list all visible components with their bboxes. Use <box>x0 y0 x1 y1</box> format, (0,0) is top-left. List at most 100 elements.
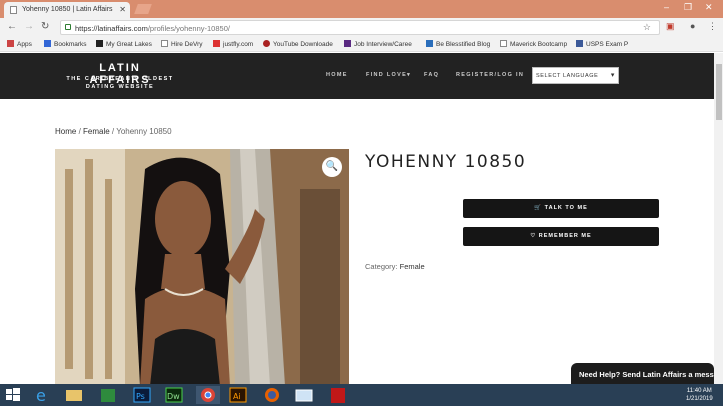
file-explorer-svg <box>66 390 82 401</box>
site-logo-tagline: THE CARIBBEAN'S OLDEST DATING WEBSITE <box>66 76 174 90</box>
site-header: LATIN AFFAIRS THE CARIBBEAN'S OLDEST DAT… <box>0 53 714 99</box>
bookmark-item[interactable]: Be Blesstified Blog <box>426 40 490 48</box>
bookmark-label: My Great Lakes <box>106 41 152 48</box>
category-link[interactable]: Female <box>400 262 425 271</box>
close-window-icon[interactable]: ✕ <box>705 2 713 13</box>
remember-me-button[interactable]: ♡ REMEMBER ME <box>463 227 659 246</box>
bookmark-label: YouTube Downloade <box>273 41 333 48</box>
language-select[interactable]: SELECT LANGUAGE ▾ <box>532 67 619 84</box>
forward-icon[interactable]: → <box>24 21 34 32</box>
star-icon <box>44 40 51 47</box>
cart-icon: 🛒 <box>534 205 545 211</box>
bookmark-item[interactable]: Job Interview/Caree <box>344 40 412 48</box>
file-explorer-icon[interactable] <box>64 386 88 404</box>
minimize-icon[interactable]: – <box>664 2 669 12</box>
bookmark-label: Be Blesstified Blog <box>436 41 491 48</box>
extension-icon[interactable]: ▣ <box>666 21 675 32</box>
bookmark-label: Hire DeVry <box>171 41 203 48</box>
breadcrumb-category[interactable]: Female <box>83 127 110 136</box>
svg-text:Ai: Ai <box>233 392 241 401</box>
system-clock[interactable]: 11:40 AM 1/21/2019 <box>686 387 713 403</box>
windows-start-icon[interactable] <box>4 386 28 404</box>
site-icon <box>263 40 270 47</box>
chevron-down-icon: ▾ <box>610 72 615 79</box>
tab-close-icon[interactable]: ✕ <box>119 5 126 14</box>
bookmark-item[interactable]: justfly.com <box>213 40 253 48</box>
photoshop-svg: Ps <box>133 387 151 403</box>
nav-home[interactable]: HOME <box>326 72 348 78</box>
bookmark-item[interactable]: My Great Lakes <box>96 40 152 48</box>
bookmark-label: USPS Exam P <box>586 41 629 48</box>
photoshop-icon[interactable]: Ps <box>132 386 156 404</box>
browser-toolbar: ← → ↻ https://latinaffairs.com/profiles/… <box>0 18 723 37</box>
clock-time: 11:40 AM <box>686 388 712 394</box>
bookmark-label: Maverick Bootcamp <box>510 41 568 48</box>
firefox-svg <box>265 388 279 402</box>
zoom-search-icon[interactable]: 🔍 <box>322 157 342 177</box>
menu-dots-icon[interactable]: ⋮ <box>708 21 717 32</box>
illustrator-svg: Ai <box>229 387 247 403</box>
breadcrumb-separator: / <box>76 127 84 136</box>
nav-find-love[interactable]: FIND LOVE▾ <box>366 72 411 78</box>
nav-faq[interactable]: FAQ <box>424 72 439 78</box>
firefox-icon[interactable] <box>262 386 286 404</box>
site-icon <box>426 40 433 47</box>
bookmark-item[interactable]: YouTube Downloade <box>263 40 333 48</box>
clock-date: 1/21/2019 <box>686 396 713 402</box>
nav-register-login[interactable]: REGISTER/LOG IN <box>456 72 524 78</box>
windows-taskbar: e Ps Dw Ai 11:40 AM 1/21/2019 <box>0 384 723 406</box>
category-label: Category: <box>365 262 398 271</box>
breadcrumb-current: Yohenny 10850 <box>116 127 172 136</box>
talk-to-me-label: TALK TO ME <box>544 205 588 211</box>
talk-to-me-button[interactable]: 🛒 TALK TO ME <box>463 199 659 218</box>
dreamweaver-icon[interactable]: Dw <box>164 386 188 404</box>
new-tab-button[interactable] <box>134 4 152 14</box>
bookmarks-bar: Apps Bookmarks My Great Lakes Hire DeVry… <box>0 37 723 52</box>
site-icon <box>344 40 351 47</box>
category-meta: Category: Female <box>365 262 425 271</box>
site-icon <box>96 40 103 47</box>
site-icon <box>576 40 583 47</box>
dreamweaver-svg: Dw <box>165 387 183 403</box>
bookmark-label: justfly.com <box>223 41 254 48</box>
breadcrumb: Home / Female / Yohenny 10850 <box>55 127 172 136</box>
remember-me-label: REMEMBER ME <box>538 233 592 239</box>
tab-title: Yohenny 10850 | Latin Affairs <box>22 6 113 13</box>
photos-icon[interactable] <box>294 386 318 404</box>
breadcrumb-home[interactable]: Home <box>55 127 76 136</box>
browser-title-bar: Yohenny 10850 | Latin Affairs ✕ – ❐ ✕ <box>0 0 723 18</box>
chat-widget[interactable]: Need Help? Send Latin Affairs a messa <box>571 363 714 385</box>
bookmark-item[interactable]: Hire DeVry <box>161 40 203 48</box>
page-favicon-icon <box>10 6 17 14</box>
dropdown-caret-icon: ▾ <box>407 72 412 78</box>
reload-icon[interactable]: ↻ <box>41 21 49 32</box>
store-svg <box>101 389 115 402</box>
bookmark-item[interactable]: Apps <box>7 40 32 48</box>
browser-tab[interactable]: Yohenny 10850 | Latin Affairs ✕ <box>4 2 130 18</box>
heart-icon: ♡ <box>530 233 539 239</box>
bookmark-item[interactable]: USPS Exam P <box>576 40 628 48</box>
profile-photo-image <box>55 149 349 386</box>
url-path: /profiles/yohenny-10850/ <box>147 24 230 33</box>
scrollbar-thumb[interactable] <box>716 64 722 120</box>
profile-photo[interactable] <box>55 149 349 386</box>
illustrator-icon[interactable]: Ai <box>228 386 252 404</box>
profile-icon[interactable]: ● <box>690 21 695 31</box>
bookmark-label: Bookmarks <box>54 41 87 48</box>
mcafee-icon[interactable] <box>328 386 352 404</box>
back-icon[interactable]: ← <box>7 21 17 32</box>
apps-grid-icon <box>7 40 14 47</box>
maximize-icon[interactable]: ❐ <box>684 2 692 13</box>
store-icon[interactable] <box>98 386 122 404</box>
photos-svg <box>295 389 313 402</box>
address-bar[interactable]: https://latinaffairs.com/profiles/yohenn… <box>60 20 660 35</box>
ie-svg: e <box>36 386 46 405</box>
ie-icon[interactable]: e <box>33 386 57 405</box>
bookmark-item[interactable]: Maverick Bootcamp <box>500 40 567 48</box>
bookmark-star-icon[interactable]: ☆ <box>643 22 651 33</box>
windows-start-svg <box>6 388 20 401</box>
chrome-svg <box>201 388 215 402</box>
svg-text:Dw: Dw <box>167 392 180 401</box>
chrome-icon[interactable] <box>196 386 220 404</box>
bookmark-item[interactable]: Bookmarks <box>44 40 87 48</box>
